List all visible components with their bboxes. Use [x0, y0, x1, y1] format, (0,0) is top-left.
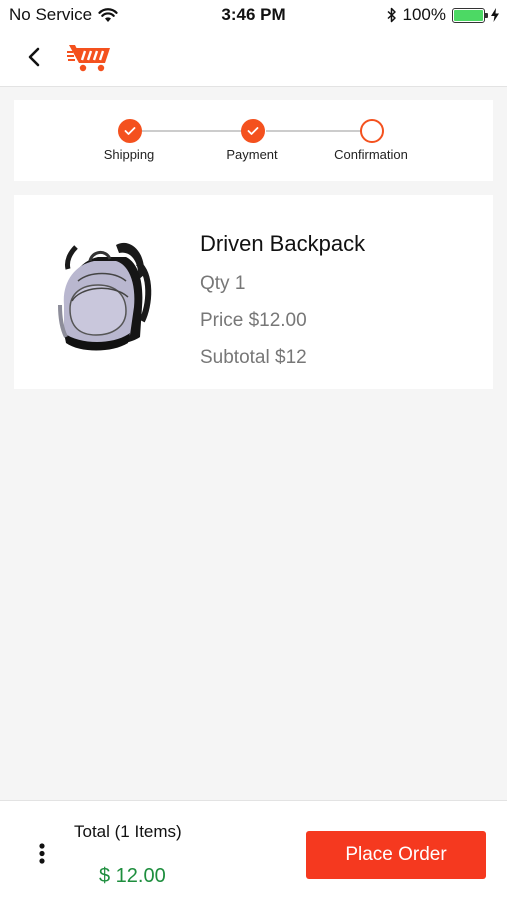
status-right: 100%: [387, 5, 499, 25]
back-button[interactable]: [20, 40, 50, 74]
more-vertical-icon[interactable]: [34, 841, 50, 869]
place-order-button[interactable]: Place Order: [306, 831, 486, 879]
backpack-image: [58, 242, 152, 351]
battery-icon: [452, 7, 488, 23]
step-label-confirmation: Confirmation: [334, 147, 408, 162]
bluetooth-icon: [387, 7, 396, 23]
battery-fill: [454, 9, 483, 21]
total-label: Total (1 Items): [74, 822, 182, 841]
step-payment-indicator: [241, 119, 265, 143]
charging-icon: [491, 8, 499, 22]
checkout-stepper: Shipping Payment Confirmation: [14, 100, 493, 181]
step-connector: [142, 130, 256, 132]
shopping-cart-logo[interactable]: [67, 41, 111, 73]
status-bar: No Service 3:46 PM 100%: [0, 0, 507, 30]
product-name: Driven Backpack: [200, 231, 366, 256]
chevron-left-icon: [28, 47, 40, 67]
check-icon: [124, 127, 136, 135]
battery-percent: 100%: [402, 5, 446, 24]
total-value: $ 12.00: [99, 865, 166, 887]
battery-cap: [485, 12, 488, 18]
product-price: Price $12.00: [200, 310, 307, 331]
step-confirmation-indicator: [360, 119, 384, 143]
check-icon: [247, 127, 259, 135]
step-label-shipping: Shipping: [103, 147, 155, 162]
checkout-footer: Total (1 Items) $ 12.00 Place Order: [0, 800, 507, 901]
step-label-payment: Payment: [226, 147, 278, 162]
step-shipping-indicator: [118, 119, 142, 143]
cart-item-card: Driven Backpack Qty 1 Price $12.00 Subto…: [14, 195, 493, 389]
product-qty: Qty 1: [200, 273, 246, 294]
nav-bar: [0, 30, 507, 87]
product-subtotal: Subtotal $12: [200, 347, 307, 368]
step-connector: [266, 130, 374, 132]
